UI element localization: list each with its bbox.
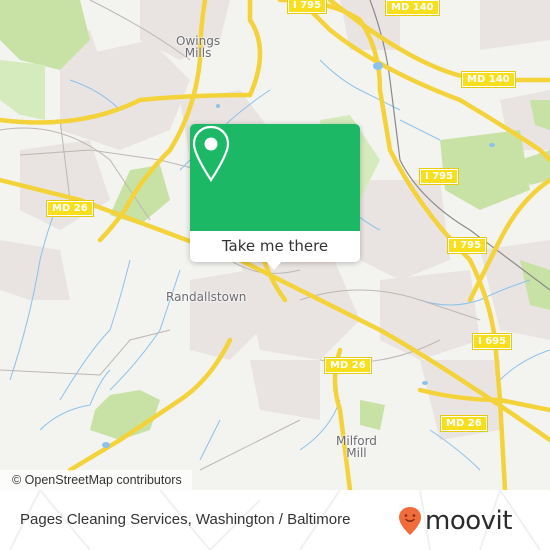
- road-shield-md26: MD 26: [46, 200, 94, 217]
- place-title: Pages Cleaning Services, Washington / Ba…: [20, 511, 351, 528]
- road-shield-md140: MD 140: [461, 71, 516, 88]
- road-shield-i795: I 795: [286, 0, 328, 14]
- place-label-owings-mills: Owings Mills: [176, 35, 220, 59]
- map-view[interactable]: Owings Mills Randallstown Milford Mill I…: [0, 0, 550, 490]
- place-label-milford-mill: Milford Mill: [336, 435, 377, 459]
- road-shield-md26: MD 26: [440, 415, 488, 432]
- moovit-logo[interactable]: moovit: [398, 504, 512, 538]
- road-shield-md140: MD 140: [385, 0, 440, 16]
- place-label-line: Mills: [184, 46, 212, 60]
- popup-pointer: [265, 260, 283, 270]
- take-me-there-button[interactable]: Take me there: [190, 231, 360, 262]
- road-shield-i795: I 795: [446, 237, 488, 254]
- map-pin-icon: [192, 125, 230, 182]
- osm-attribution[interactable]: © OpenStreetMap contributors: [0, 470, 192, 490]
- place-label-line: Mill: [346, 446, 367, 460]
- place-label-line: Randallstown: [166, 290, 247, 304]
- footer-bar: Pages Cleaning Services, Washington / Ba…: [0, 490, 550, 550]
- moovit-logo-icon: [399, 507, 421, 535]
- road-shield-i795: I 795: [418, 168, 460, 185]
- place-label-randallstown: Randallstown: [166, 291, 246, 303]
- location-popup[interactable]: Take me there: [190, 124, 360, 270]
- moovit-wordmark: moovit: [425, 506, 512, 536]
- road-shield-md26: MD 26: [324, 357, 372, 374]
- road-shield-i695: I 695: [471, 333, 513, 350]
- popup-header: [190, 124, 360, 231]
